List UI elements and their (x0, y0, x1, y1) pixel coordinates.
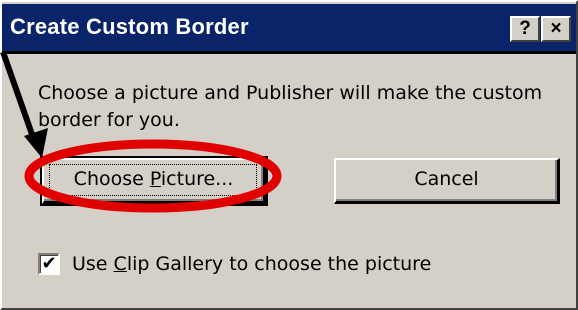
cancel-label: Cancel (414, 168, 479, 190)
checkbox-label-accelerator: C (113, 253, 127, 275)
title-bar[interactable]: Create Custom Border ? × (2, 4, 576, 54)
help-button[interactable]: ? (510, 16, 540, 42)
close-button[interactable]: × (541, 16, 571, 42)
checkbox-label-part: Use (72, 253, 114, 275)
use-clip-gallery-checkbox[interactable]: ✔ (38, 253, 60, 275)
focus-ring (49, 164, 257, 196)
choose-picture-button[interactable]: Choose Picture... (40, 156, 268, 206)
create-custom-border-dialog: Create Custom Border ? × Choose a pictur… (0, 0, 578, 310)
use-clip-gallery-label[interactable]: Use Clip Gallery to choose the picture (72, 252, 431, 276)
checkbox-label-part-end: lip Gallery to choose the picture (126, 253, 432, 275)
dialog-title: Create Custom Border (10, 14, 249, 39)
dialog-message: Choose a picture and Publisher will make… (38, 82, 543, 131)
cancel-button[interactable]: Cancel (334, 158, 560, 204)
